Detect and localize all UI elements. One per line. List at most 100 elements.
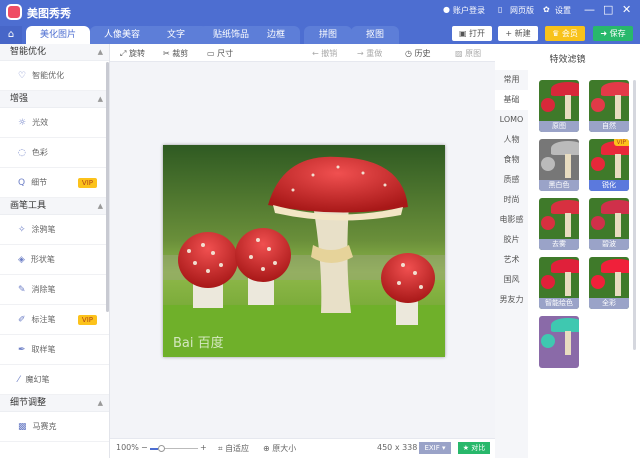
collapse-icon: ▲ xyxy=(97,48,103,56)
sidebar-item-shape[interactable]: ◈ 形状笔 xyxy=(0,245,109,275)
section-enhance[interactable]: 增强 ▲ xyxy=(0,91,109,108)
tab-beautify[interactable]: 美化图片 xyxy=(26,26,90,44)
open-button[interactable]: ▣ 打开 xyxy=(452,26,492,41)
filter-label: 碧波 xyxy=(589,239,629,250)
filter-category[interactable]: 国风 xyxy=(495,270,528,290)
maximize-button[interactable]: □ xyxy=(603,3,613,16)
filter-category[interactable]: LOMO xyxy=(495,110,528,130)
new-button[interactable]: + 新建 xyxy=(498,26,538,41)
sidebar-item-color[interactable]: ◌ 色彩 xyxy=(0,138,109,168)
crop-button[interactable]: ✂ 裁剪 xyxy=(163,48,188,59)
user-icon: ● xyxy=(443,5,450,14)
filter-thumb[interactable] xyxy=(539,316,579,368)
edit-toolbar: ⤢ 旋转 ✂ 裁剪 ▭ 尺寸 ← 撤销 → 重做 ◷ 历史 ▨ 原图 xyxy=(110,44,495,62)
sidebar-item-magic[interactable]: ⁄ 魔幻笔 xyxy=(0,365,109,395)
settings-link[interactable]: 设置 xyxy=(555,5,571,16)
filter-category[interactable]: 人物 xyxy=(495,130,528,150)
section-brush[interactable]: 画笔工具 ▲ xyxy=(0,198,109,215)
thumb-mushroom-stem xyxy=(615,154,621,178)
sidebar-item-mosaic[interactable]: ▩ 马赛克 xyxy=(0,412,109,442)
section-smart[interactable]: 智能优化 ▲ xyxy=(0,44,109,61)
filter-scrollbar[interactable] xyxy=(633,80,636,350)
eraser-icon: ✎ xyxy=(18,285,26,295)
image-dimensions: 450 x 338 xyxy=(377,443,418,452)
mosaic-icon: ▩ xyxy=(18,422,27,432)
sidebar-item-detail[interactable]: Q 细节 VIP xyxy=(0,168,109,198)
tab-collage[interactable]: 拼图 xyxy=(304,26,352,44)
web-link[interactable]: 网页版 xyxy=(510,5,534,16)
save-button[interactable]: ➜ 保存 xyxy=(593,26,633,41)
filter-category[interactable]: 艺术 xyxy=(495,250,528,270)
home-button[interactable]: ⌂ xyxy=(0,26,22,44)
filter-label: 去雾 xyxy=(539,239,579,250)
filter-category[interactable]: 常用 xyxy=(495,70,528,90)
app-title: 美图秀秀 xyxy=(27,7,71,20)
filter-category[interactable]: 胶片 xyxy=(495,230,528,250)
filter-thumb[interactable]: 锐化 VIP xyxy=(589,139,629,191)
thumb-mushroom-stem xyxy=(615,272,621,296)
sidebar-item-doodle[interactable]: ✧ 涂鸦笔 xyxy=(0,215,109,245)
exif-button[interactable]: EXIF ▾ xyxy=(419,442,451,454)
zoom-slider-handle[interactable] xyxy=(158,445,165,452)
filter-category[interactable]: 时尚 xyxy=(495,190,528,210)
filter-label: 黑白色 xyxy=(539,180,579,191)
vip-button[interactable]: ♛ 会员 xyxy=(545,26,585,41)
thumb-mushroom-stem xyxy=(565,154,571,178)
filter-thumb[interactable]: 智能绘色 xyxy=(539,257,579,309)
zoom-slider[interactable] xyxy=(150,445,198,452)
brush-icon: ✧ xyxy=(18,225,26,235)
sidebar-item-eraser[interactable]: ✎ 消除笔 xyxy=(0,275,109,305)
left-sidebar: 智能优化 ▲ ♡ 智能优化 增强 ▲ ☼ 光效 ◌ 色彩 Q 细节 VIP 画笔工具 ▲ ✧ 涂鸦… xyxy=(0,44,110,458)
thumb-small-mushroom xyxy=(591,216,605,230)
history-button[interactable]: ◷ 历史 xyxy=(405,48,431,59)
filter-thumb[interactable]: 去雾 xyxy=(539,198,579,250)
redo-button[interactable]: → 重做 xyxy=(357,48,382,59)
gear-icon: ✿ xyxy=(543,5,550,14)
section-detail-adjust[interactable]: 细节调整 ▲ xyxy=(0,395,109,412)
sidebar-scrollbar[interactable] xyxy=(106,62,109,312)
zoom-out-button[interactable]: − xyxy=(141,443,148,452)
size-button[interactable]: ▭ 尺寸 xyxy=(207,48,233,59)
filter-category[interactable]: 食物 xyxy=(495,150,528,170)
bulb-icon: ♡ xyxy=(18,71,27,81)
thumb-mushroom-stem xyxy=(615,95,621,119)
zoom-in-button[interactable]: + xyxy=(200,443,207,452)
image-icon: ▣ xyxy=(458,29,470,38)
minimize-button[interactable]: — xyxy=(584,3,595,16)
sidebar-item-light[interactable]: ☼ 光效 xyxy=(0,108,109,138)
filter-thumb[interactable]: 全彩 xyxy=(589,257,629,309)
original-button[interactable]: ▨ 原图 xyxy=(455,48,481,59)
filter-thumb[interactable]: 自然 xyxy=(589,80,629,132)
actual-size-button[interactable]: ⊕ 原大小 xyxy=(263,443,296,454)
vip-badge: VIP xyxy=(77,315,97,325)
rotate-button[interactable]: ⤢ 旋转 xyxy=(120,48,145,59)
filter-category[interactable]: 基础 xyxy=(495,90,528,110)
filter-thumb[interactable]: 碧波 xyxy=(589,198,629,250)
tab-cutout[interactable]: 抠图 xyxy=(351,26,399,44)
undo-button[interactable]: ← 撤销 xyxy=(312,48,337,59)
close-button[interactable]: ✕ xyxy=(622,3,631,16)
filter-category[interactable]: 男友力 xyxy=(495,290,528,310)
shape-icon: ◈ xyxy=(18,255,25,265)
filter-category[interactable]: 质感 xyxy=(495,170,528,190)
filter-category[interactable]: 电影感 xyxy=(495,210,528,230)
compare-button[interactable]: ★ 对比 xyxy=(458,442,490,454)
sidebar-item-smart[interactable]: ♡ 智能优化 xyxy=(0,61,109,91)
thumb-mushroom-stem xyxy=(565,95,571,119)
vip-badge: VIP xyxy=(613,139,629,146)
thumb-small-mushroom xyxy=(541,157,555,171)
tab-frame[interactable]: 边框 xyxy=(252,26,300,44)
title-bar: 美图秀秀 ● 账户登录 ▯ 网页版 ✿ 设置 — □ ✕ ⌂ 美化图片 人像美容… xyxy=(0,0,640,44)
sidebar-item-annotate[interactable]: ✐ 标注笔 VIP xyxy=(0,305,109,335)
filter-thumb[interactable]: 原图 xyxy=(539,80,579,132)
thumb-mushroom-stem xyxy=(565,213,571,237)
app-logo xyxy=(6,4,22,20)
thumb-mushroom-cap xyxy=(551,259,579,273)
filter-thumb[interactable]: 黑白色 xyxy=(539,139,579,191)
collapse-icon: ▲ xyxy=(97,202,103,210)
mushroom-photo[interactable]: Bai 百度 xyxy=(163,145,445,357)
login-link[interactable]: 账户登录 xyxy=(453,5,485,16)
fit-button[interactable]: ⌗ 自适应 xyxy=(218,443,249,454)
thumb-mushroom-stem xyxy=(565,272,571,296)
sidebar-item-dropper[interactable]: ✒ 取样笔 xyxy=(0,335,109,365)
